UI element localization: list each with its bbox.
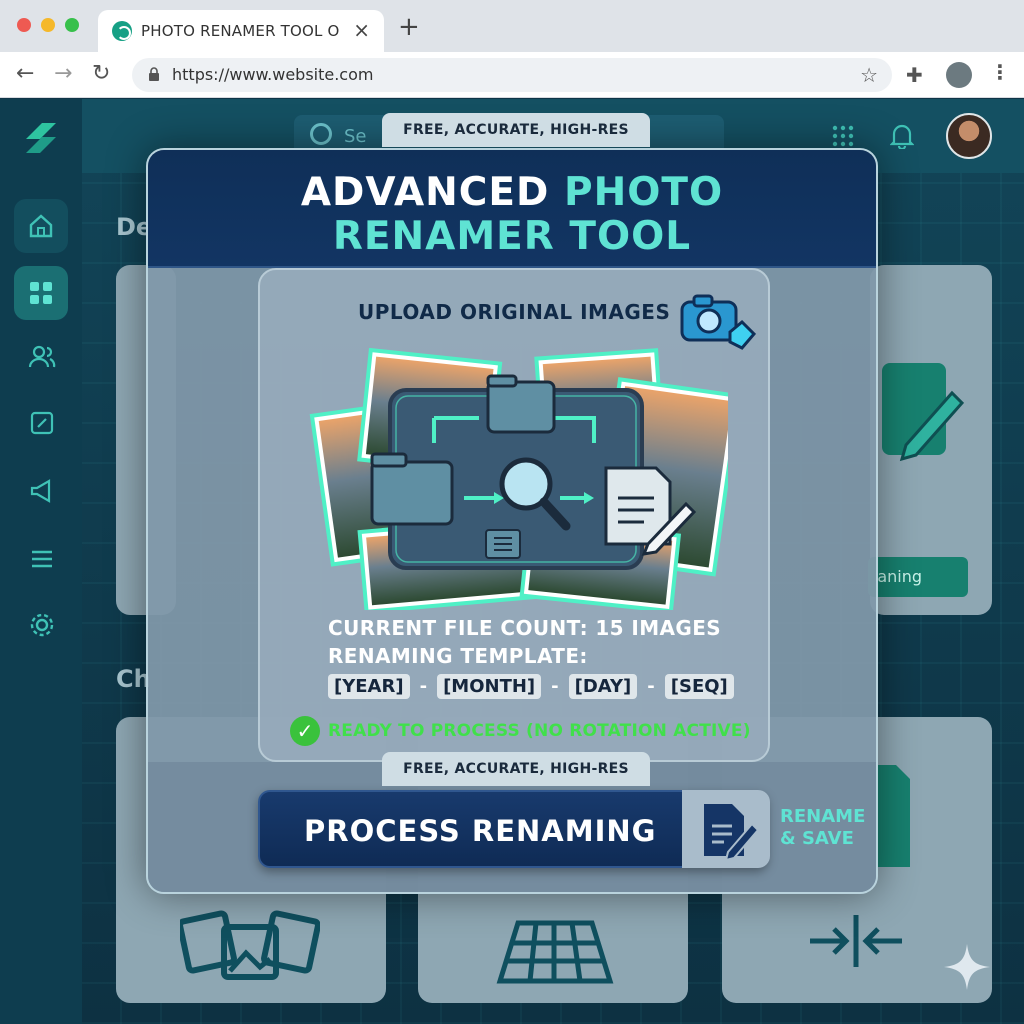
rename-save-line-1: RENAME [780,806,866,827]
upload-label: UPLOAD ORIGINAL IMAGES [358,300,671,324]
browser-tab-bar: PHOTO RENAMER TOOL ON × + [0,0,1024,52]
grid-icon [30,282,52,304]
window-minimize-button[interactable] [41,18,55,32]
document-icon [878,765,910,867]
features-ribbon-bottom: FREE, ACCURATE, HIGH-RES [382,752,650,786]
process-renaming-button[interactable]: PROCESS RENAMING [258,790,770,868]
profile-avatar[interactable] [946,62,972,88]
modal-header: ADVANCED PHOTO RENAMER TOOL [148,150,876,268]
token-separator: - [551,676,559,697]
features-ribbon-top: FREE, ACCURATE, HIGH-RES [382,113,650,147]
app-logo-icon [26,123,56,153]
search-placeholder: Se [344,126,367,147]
camera-tag-icon[interactable] [680,292,758,352]
forward-arrow-icon[interactable]: → [54,62,72,86]
address-bar[interactable]: https://www.website.com ☆ [132,58,892,92]
users-icon[interactable] [28,343,56,371]
template-token-month[interactable]: [MONTH] [437,674,542,699]
window-maximize-button[interactable] [65,18,79,32]
lock-icon [149,67,159,81]
modal-title-line-1: ADVANCED PHOTO [148,170,876,215]
sidebar [0,99,82,1024]
card-action-button[interactable]: aning [868,557,968,597]
template-label: RENAMING TEMPLATE: [328,644,588,668]
rename-save-label: RENAME & SAVE [780,806,865,850]
extensions-puzzle-icon[interactable]: ✚ [906,63,923,87]
sparkle-icon [944,944,990,990]
apps-icon[interactable] [832,125,854,147]
collapse-arrows-icon [810,915,902,967]
template-token-day[interactable]: [DAY] [568,674,638,699]
file-count-text: CURRENT FILE COUNT: 15 IMAGES [328,616,722,640]
browser-tab[interactable]: PHOTO RENAMER TOOL ON × [98,10,384,52]
token-separator: - [647,676,655,697]
user-avatar[interactable] [946,113,992,159]
gear-icon[interactable] [28,611,56,639]
browser-menu-icon[interactable]: ⋮ [990,60,1010,84]
title-word-photo: PHOTO [564,170,724,215]
bookmark-star-icon[interactable]: ☆ [860,63,878,87]
document-edit-icon [704,804,760,862]
status-row: ✓ READY TO PROCESS (NO ROTATION ACTIVE) [290,716,751,746]
token-separator: - [419,676,428,697]
template-token-seq[interactable]: [SEQ] [664,674,734,699]
back-arrow-icon[interactable]: ← [16,62,34,86]
bell-icon[interactable] [890,123,914,149]
tab-title: PHOTO RENAMER TOOL ON [141,22,341,40]
browser-toolbar: ← → ↻ https://www.website.com ☆ [0,52,1024,98]
list-icon[interactable] [28,545,56,573]
sidebar-item-dashboard[interactable] [14,266,68,320]
rename-save-line-2: & SAVE [780,828,854,849]
megaphone-icon[interactable] [28,477,56,505]
crop-icon[interactable] [28,409,56,437]
modal-title-line-2: RENAMER TOOL [332,214,692,259]
rename-save-icon-box[interactable] [682,790,770,868]
process-button-label: PROCESS RENAMING [304,814,657,848]
search-icon [310,123,332,145]
folder-pencil-icon [882,363,965,462]
favicon-icon [112,21,132,41]
home-icon [29,214,53,238]
sidebar-item-home[interactable] [14,199,68,253]
check-circle-icon: ✓ [290,716,320,746]
title-word-advanced: ADVANCED [300,170,564,215]
upload-panel[interactable]: UPLOAD ORIGINAL IMAGES CURRENT FILE COUN… [258,268,770,762]
status-text: READY TO PROCESS (NO ROTATION ACTIVE) [328,721,751,741]
photo-workflow-illustration [309,348,728,610]
window-close-button[interactable] [17,18,31,32]
tab-close-icon[interactable]: × [353,18,370,42]
url-text: https://www.website.com [172,65,374,84]
perspective-grid-icon [496,920,614,984]
reload-icon[interactable]: ↻ [92,62,110,86]
template-token-year[interactable]: [YEAR] [328,674,410,699]
template-tokens: [YEAR] - [MONTH] - [DAY] - [SEQ] [328,674,734,699]
new-tab-button[interactable]: + [398,14,420,40]
images-icon [180,910,320,980]
